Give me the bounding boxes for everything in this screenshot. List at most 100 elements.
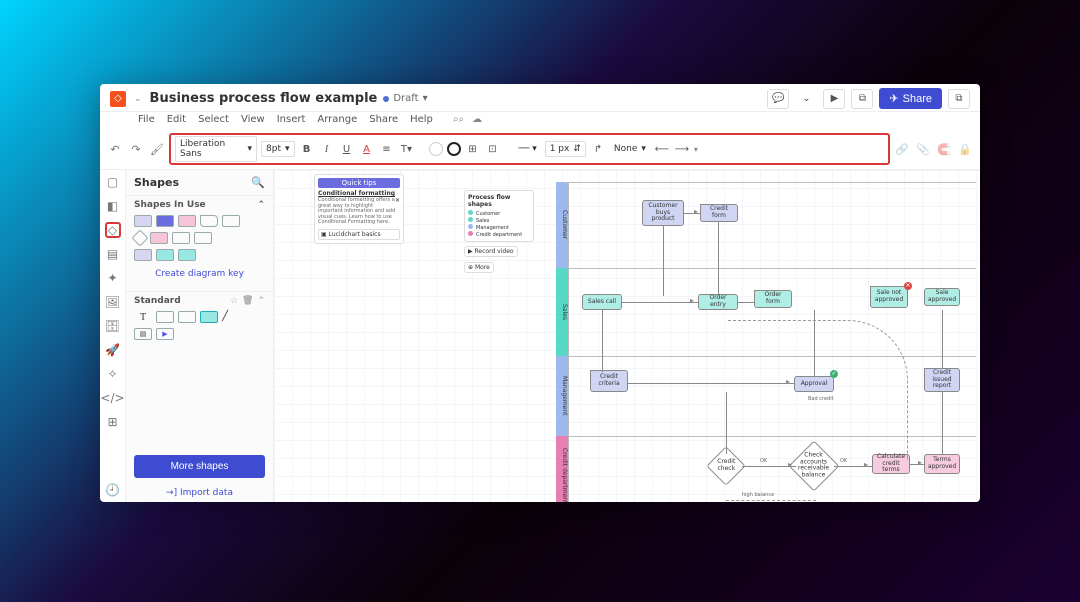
node-credit-report[interactable]: Credit issued report — [924, 368, 960, 392]
node-check-balance[interactable]: Check accounts receivable balance — [789, 441, 840, 492]
underline-button[interactable]: U — [339, 141, 355, 157]
rail-layers[interactable]: ▤ — [105, 246, 121, 262]
logo-chevron-icon[interactable]: ⌄ — [134, 94, 142, 104]
lane-sales[interactable]: Sales — [556, 268, 568, 356]
lane-credit[interactable]: Credit department — [556, 436, 568, 502]
shape[interactable] — [156, 215, 174, 227]
rail-container[interactable]: ◧ — [105, 198, 121, 214]
rail-rocket[interactable]: 🚀 — [105, 342, 121, 358]
shape[interactable] — [150, 232, 168, 244]
font-select[interactable]: Liberation Sans▾ — [175, 136, 257, 162]
shape[interactable] — [134, 215, 152, 227]
size-select[interactable]: 8pt▾ — [261, 141, 295, 157]
rail-image[interactable]: 🖼 — [105, 294, 121, 310]
italic-button[interactable]: I — [319, 141, 335, 157]
lane-management[interactable]: Management — [556, 356, 568, 436]
present-button[interactable]: ▶ — [823, 89, 845, 109]
menu-select[interactable]: Select — [198, 114, 229, 125]
share-button[interactable]: ✈ Share — [879, 88, 942, 109]
rail-pages[interactable]: ▢ — [105, 174, 121, 190]
node-terms-approved[interactable]: Terms approved — [924, 454, 960, 474]
node-sale-app[interactable]: Sale approved — [924, 288, 960, 306]
node-customer-buys[interactable]: Customer buys product — [642, 200, 684, 226]
fill-color[interactable] — [429, 142, 443, 156]
link-tool-icon[interactable]: 🔗 — [893, 140, 911, 158]
attach-icon[interactable]: 📎 — [914, 140, 932, 158]
cloud-icon[interactable]: ☁ — [472, 114, 482, 125]
node-sale-not[interactable]: Sale not approved — [870, 286, 908, 308]
record-video-btn[interactable]: ▶ Record video — [464, 246, 518, 257]
shape[interactable] — [222, 215, 240, 227]
shape[interactable] — [178, 215, 196, 227]
section-standard[interactable]: Standard — [134, 296, 181, 306]
shape-opts-icon[interactable]: ⊞ — [465, 141, 481, 157]
text-color-button[interactable]: A — [359, 141, 375, 157]
shape[interactable] — [156, 249, 174, 261]
canvas[interactable]: Quick tips Conditional formatting ✕ Cond… — [274, 170, 980, 502]
menu-help[interactable]: Help — [410, 114, 433, 125]
bold-button[interactable]: B — [299, 141, 315, 157]
import-data-link[interactable]: →] Import data — [126, 488, 273, 498]
list-shape[interactable]: ▤ — [134, 328, 152, 340]
menu-file[interactable]: File — [138, 114, 155, 125]
connector-style-icon[interactable]: ↱ — [590, 141, 606, 157]
rail-code[interactable]: </> — [105, 390, 121, 406]
redo-icon[interactable]: ↷ — [127, 140, 145, 158]
arrow-start-icon[interactable]: ⟵ — [654, 141, 670, 157]
shape[interactable] — [156, 311, 174, 323]
link-button[interactable]: ⧉ — [948, 89, 970, 109]
format-paint-icon[interactable]: 🖌 — [148, 140, 166, 158]
node-approval[interactable]: Approval — [794, 376, 834, 392]
node-credit-criteria[interactable]: Credit criteria — [590, 370, 628, 392]
line-tool[interactable]: ╱ — [222, 311, 240, 323]
shape[interactable] — [200, 311, 218, 323]
shape[interactable] — [200, 215, 218, 227]
rail-history[interactable]: 🕘 — [105, 482, 121, 498]
quick-tips-card[interactable]: Quick tips Conditional formatting ✕ Cond… — [314, 174, 404, 244]
chevron-down-icon[interactable]: ⌄ — [795, 89, 817, 109]
node-credit-form[interactable]: Credit form — [700, 204, 738, 222]
menu-share[interactable]: Share — [369, 114, 398, 125]
text-tool[interactable]: T — [134, 311, 152, 323]
node-order-entry[interactable]: Order entry — [698, 294, 738, 310]
shape[interactable] — [134, 249, 152, 261]
menu-edit[interactable]: Edit — [167, 114, 186, 125]
menu-insert[interactable]: Insert — [277, 114, 306, 125]
rail-plus[interactable]: ✧ — [105, 366, 121, 382]
menu-view[interactable]: View — [241, 114, 265, 125]
rail-magic[interactable]: ✦ — [105, 270, 121, 286]
lane-customer[interactable]: Customer — [556, 182, 568, 268]
collapse-icon[interactable]: ⌃ — [257, 200, 265, 210]
rail-data[interactable]: 🗄 — [105, 318, 121, 334]
line-type[interactable]: ── ▾ — [515, 142, 541, 156]
stroke-width[interactable]: 1 px ⇵ — [545, 141, 586, 157]
more-btn[interactable]: ⊕ More — [464, 262, 494, 273]
search-icon[interactable]: 🔍 — [251, 176, 265, 189]
legend-card[interactable]: Process flow shapes Customer Sales Manag… — [464, 190, 534, 242]
more-shapes-button[interactable]: More shapes — [134, 455, 265, 478]
rail-shapes[interactable]: ◇ — [105, 222, 121, 238]
doc-title[interactable]: Business process flow example — [150, 91, 378, 106]
app-logo[interactable]: ◇ — [110, 91, 126, 107]
shape-opts2-icon[interactable]: ⊡ — [485, 141, 501, 157]
arrow-end-icon[interactable]: ⟶ — [674, 141, 690, 157]
rail-puzzle[interactable]: ⊞ — [105, 414, 121, 430]
play-shape[interactable]: ▶ — [156, 328, 174, 340]
video-button[interactable]: ⧉ — [851, 89, 873, 109]
create-key-link[interactable]: Create diagram key — [134, 269, 265, 279]
node-calc-terms[interactable]: Calculate credit terms — [872, 454, 910, 474]
stroke-color[interactable] — [447, 142, 461, 156]
menu-arrange[interactable]: Arrange — [317, 114, 357, 125]
magnet-icon[interactable]: 🧲 — [935, 140, 953, 158]
collapse-icon[interactable]: ⌃ — [257, 296, 265, 306]
lucidchart-basics[interactable]: ▣ Lucidchart basics — [318, 229, 400, 240]
section-in-use[interactable]: Shapes In Use — [134, 200, 206, 210]
lock-icon[interactable]: 🔒 — [956, 140, 974, 158]
doc-status[interactable]: Draft ▾ — [383, 93, 427, 104]
undo-icon[interactable]: ↶ — [106, 140, 124, 158]
shape[interactable] — [172, 232, 190, 244]
find-icon[interactable]: ⌕⌕ — [453, 114, 464, 125]
shape[interactable] — [194, 232, 212, 244]
align-button[interactable]: ≡ — [379, 141, 395, 157]
node-order-form[interactable]: Order form — [754, 290, 792, 308]
